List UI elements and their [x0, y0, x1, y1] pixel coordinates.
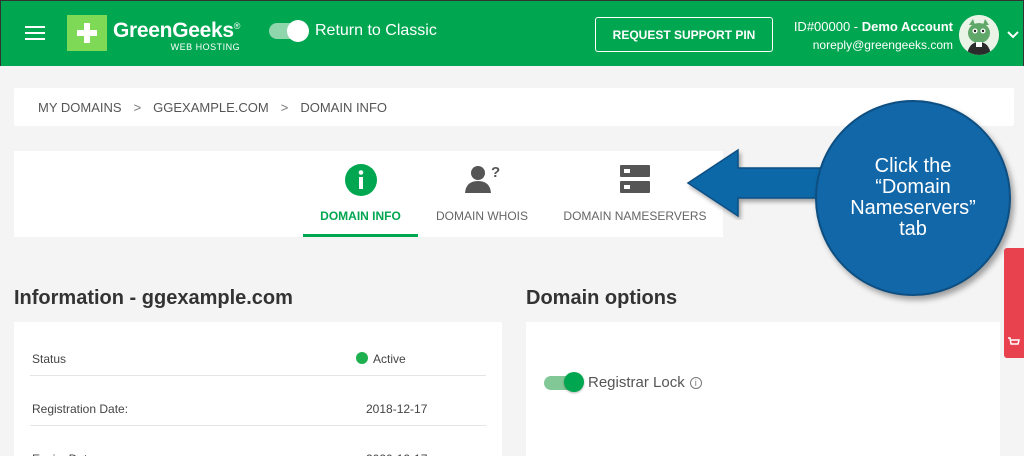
info-circle-icon [344, 163, 378, 202]
return-to-classic-label: Return to Classic [315, 22, 437, 39]
info-row-status: Status Active [30, 328, 486, 376]
callout-line-3: Nameservers” [850, 197, 976, 219]
tab-domain-info[interactable]: DOMAIN INFO [303, 151, 418, 237]
tab-domain-whois[interactable]: ? DOMAIN WHOIS [426, 151, 538, 237]
registration-date-key: Registration Date: [32, 402, 129, 416]
avatar[interactable] [959, 15, 999, 55]
cart-icon [1008, 334, 1020, 345]
info-row-registration-date: Registration Date: 2018-12-17 [30, 378, 486, 426]
domain-options-card: Registrar Lock i [526, 322, 1000, 456]
feedback-tab[interactable] [1004, 248, 1024, 358]
domain-options-title: Domain options [526, 287, 678, 309]
account-id: ID#00000 - [793, 19, 862, 34]
toggle-knob [287, 20, 309, 42]
request-support-pin-button[interactable]: REQUEST SUPPORT PIN [595, 17, 773, 52]
breadcrumb-domain-info: DOMAIN INFO [300, 99, 387, 115]
domain-tabs: DOMAIN INFO ? DOMAIN WHOIS [14, 151, 547, 237]
toggle-track [269, 20, 309, 42]
callout-line-4: tab [899, 218, 927, 240]
breadcrumb-my-domains[interactable]: MY DOMAINS [38, 100, 122, 115]
breadcrumb-separator: > [133, 99, 142, 115]
registrar-lock-knob [564, 371, 584, 392]
information-card: Status Active Registration Date: 2018-12… [14, 322, 502, 456]
status-key: Status [32, 352, 67, 366]
breadcrumb-ggexample[interactable]: GGEXAMPLE.COM [153, 100, 269, 115]
registrar-lock-track [544, 371, 584, 392]
greengeeks-logo[interactable]: GreenGeeks® WEB HOSTING [67, 15, 240, 52]
information-title: Information - ggexample.com [14, 287, 293, 309]
callout-line-1: Click the [874, 155, 952, 177]
top-navigation-bar: GreenGeeks® WEB HOSTING Return to Classi… [0, 0, 1024, 66]
plus-logo-icon [67, 15, 107, 51]
svg-text:?: ? [491, 164, 500, 181]
arrow-left-icon [686, 146, 826, 225]
breadcrumb-separator: > [280, 99, 289, 115]
status-text: Active [373, 352, 406, 366]
server-icon [619, 163, 651, 200]
person-question-icon: ? [463, 163, 501, 200]
registration-date-value: 2018-12-17 [366, 402, 428, 416]
registrar-lock-label: Registrar Lock [588, 374, 685, 391]
tab-domain-info-label: DOMAIN INFO [320, 209, 401, 223]
expiry-date-value: 2020-12-17 [366, 452, 427, 456]
account-name: Demo Account [861, 19, 953, 34]
registered-mark: ® [233, 21, 241, 31]
callout-line-2: “Domain [875, 176, 951, 198]
status-value: Active [356, 352, 406, 366]
account-email: noreply@greengeeks.com [812, 38, 953, 52]
registrar-lock-toggle[interactable]: Registrar Lock i [544, 371, 702, 392]
status-dot-icon [356, 352, 368, 364]
info-row-expiry-date: Expiry Date: 2020-12-17 [30, 428, 486, 456]
return-to-classic-toggle[interactable]: Return to Classic [269, 20, 437, 42]
logo-subtitle: WEB HOSTING [170, 42, 241, 52]
tab-domain-whois-label: DOMAIN WHOIS [436, 209, 528, 223]
account-info[interactable]: ID#00000 - Demo Account noreply@greengee… [789, 19, 953, 52]
hamburger-menu-icon[interactable] [25, 26, 45, 42]
info-icon[interactable]: i [689, 376, 702, 389]
logo-name: GreenGeeks [113, 19, 234, 42]
instruction-callout: Click the “Domain Nameservers” tab [815, 100, 1011, 296]
expiry-date-key: Expiry Date: [32, 452, 97, 456]
chevron-down-icon[interactable] [1006, 27, 1020, 45]
